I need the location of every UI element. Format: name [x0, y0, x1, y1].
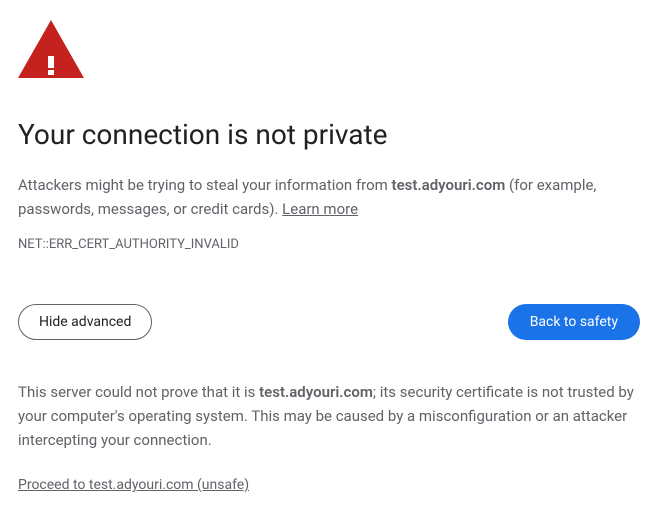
advanced-explanation: This server could not prove that it is t… — [18, 380, 640, 452]
warning-prefix: Attackers might be trying to steal your … — [18, 176, 392, 194]
advanced-prefix: This server could not prove that it is — [18, 383, 259, 401]
warning-triangle-icon — [18, 20, 84, 78]
back-to-safety-button[interactable]: Back to safety — [508, 304, 640, 340]
warning-domain: test.adyouri.com — [392, 176, 506, 194]
learn-more-link[interactable]: Learn more — [282, 200, 358, 218]
hide-advanced-button[interactable]: Hide advanced — [18, 304, 152, 340]
proceed-unsafe-link[interactable]: Proceed to test.adyouri.com (unsafe) — [18, 477, 249, 493]
error-code: NET::ERR_CERT_AUTHORITY_INVALID — [18, 237, 640, 252]
warning-message: Attackers might be trying to steal your … — [18, 173, 640, 221]
button-row: Hide advanced Back to safety — [18, 304, 640, 340]
advanced-domain: test.adyouri.com — [259, 383, 373, 401]
page-title: Your connection is not private — [18, 118, 640, 151]
